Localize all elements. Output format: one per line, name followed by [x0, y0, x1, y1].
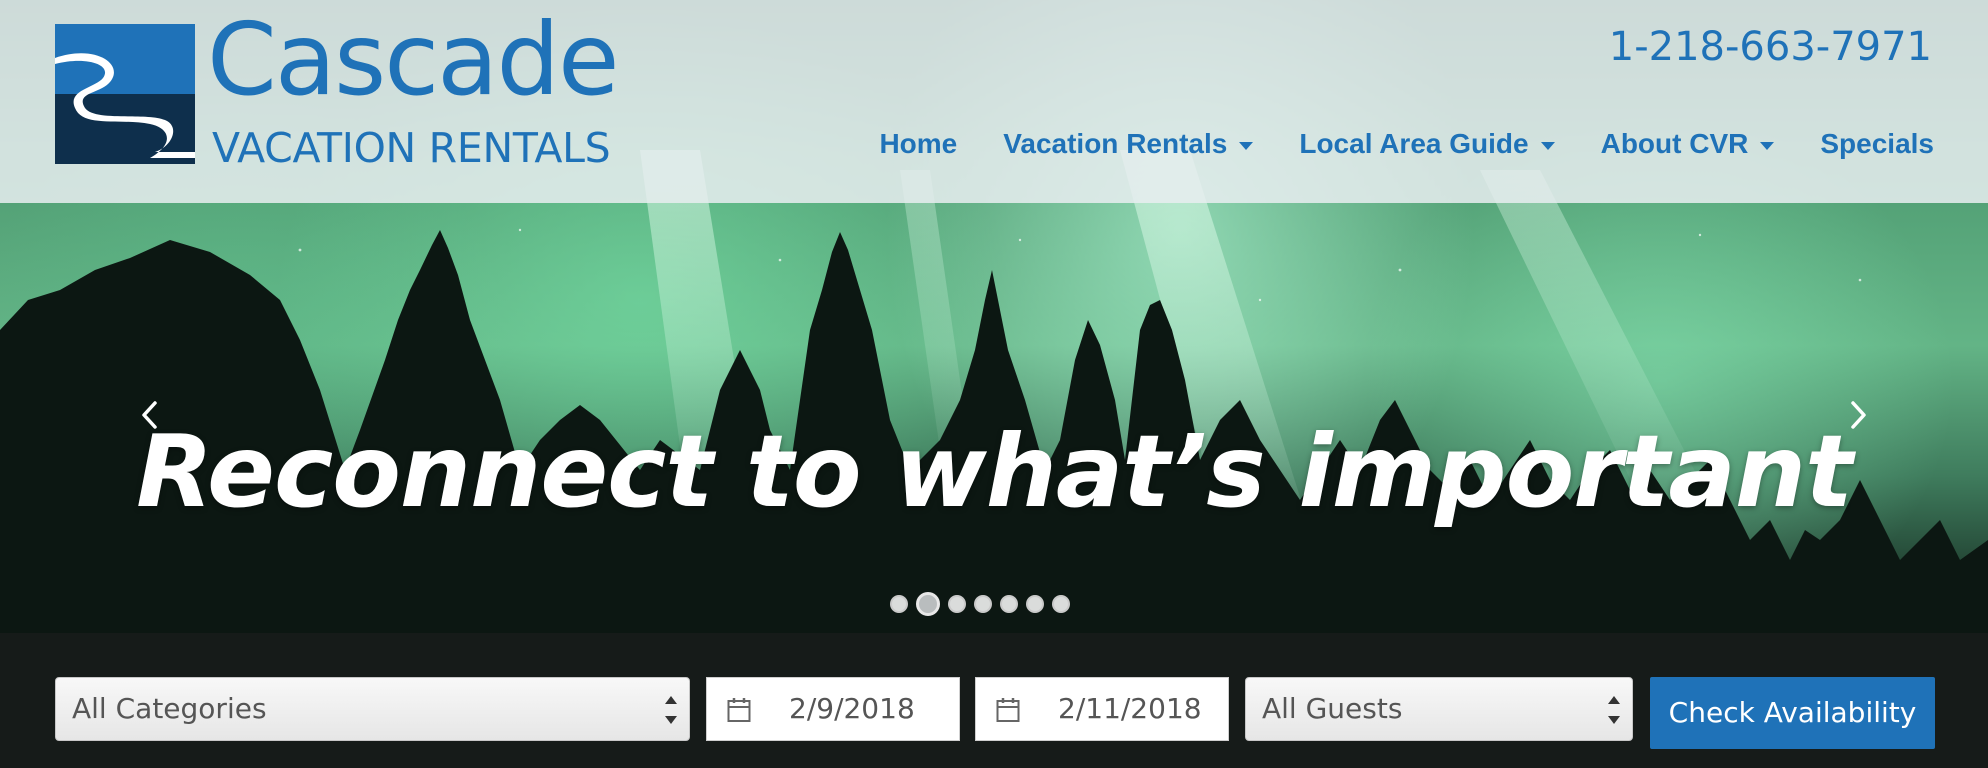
calendar-icon: [996, 698, 1020, 722]
guests-select-value: All Guests: [1262, 692, 1403, 725]
select-arrows-icon: [1608, 696, 1620, 724]
slide-indicators: [890, 592, 1070, 616]
river-logo-icon: [55, 24, 195, 164]
slide-dot[interactable]: [974, 595, 992, 613]
availability-search-bar: All Categories 2/9/2018 2/11/2018 All Gu…: [0, 633, 1988, 768]
site-header: Cascade VACATION RENTALS 1-218-663-7971 …: [0, 0, 1988, 203]
nav-local-area-guide[interactable]: Local Area Guide: [1299, 128, 1555, 160]
nav-home-label: Home: [879, 128, 958, 159]
nav-vacation-rentals[interactable]: Vacation Rentals: [1003, 128, 1254, 160]
nav-specials[interactable]: Specials: [1820, 128, 1934, 160]
nav-local-area-guide-label: Local Area Guide: [1299, 128, 1529, 159]
slide-dot[interactable]: [1052, 595, 1070, 613]
phone-number[interactable]: 1-218-663-7971: [1609, 22, 1932, 72]
nav-about-cvr[interactable]: About CVR: [1601, 128, 1775, 160]
arrival-date-field[interactable]: 2/9/2018: [706, 677, 960, 741]
slide-dot[interactable]: [948, 595, 966, 613]
category-select[interactable]: All Categories: [55, 677, 690, 741]
slide-dot[interactable]: [1026, 595, 1044, 613]
category-select-value: All Categories: [72, 692, 267, 725]
departure-date-field[interactable]: 2/11/2018: [975, 677, 1229, 741]
check-availability-button[interactable]: Check Availability: [1650, 677, 1935, 749]
hero-tagline: Reconnect to what’s important: [136, 413, 1853, 530]
caret-down-icon: [1760, 142, 1775, 150]
nav-about-cvr-label: About CVR: [1600, 128, 1749, 159]
caret-down-icon: [1540, 142, 1555, 150]
nav-vacation-rentals-label: Vacation Rentals: [1003, 128, 1228, 159]
slide-dot-active[interactable]: [916, 592, 940, 616]
slide-dot[interactable]: [890, 595, 908, 613]
caret-down-icon: [1239, 142, 1254, 150]
site-logo[interactable]: Cascade VACATION RENTALS: [55, 10, 680, 172]
nav-home[interactable]: Home: [879, 128, 957, 160]
select-arrows-icon: [665, 696, 677, 724]
slide-dot[interactable]: [1000, 595, 1018, 613]
brand-subtitle: VACATION RENTALS: [212, 124, 611, 172]
brand-name: Cascade: [207, 1, 619, 118]
calendar-icon: [727, 698, 751, 722]
main-nav: Home Vacation Rentals Local Area Guide A…: [879, 128, 1934, 160]
departure-date-value: 2/11/2018: [1058, 692, 1202, 725]
arrival-date-value: 2/9/2018: [789, 692, 915, 725]
nav-specials-label: Specials: [1820, 128, 1934, 159]
guests-select[interactable]: All Guests: [1245, 677, 1633, 741]
